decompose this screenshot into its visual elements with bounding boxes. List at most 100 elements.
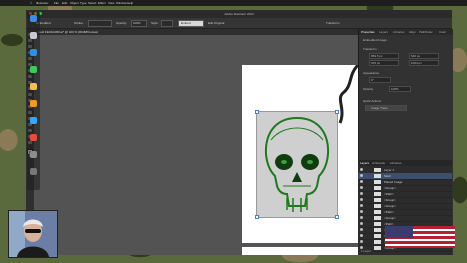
menu-type[interactable]: Type	[80, 1, 87, 5]
eye-icon[interactable]	[360, 186, 363, 189]
eye-icon[interactable]	[360, 204, 363, 207]
embed-button-label: Embed	[181, 21, 191, 25]
eye-icon[interactable]	[360, 222, 363, 225]
h-value: 1064 px	[411, 61, 422, 65]
image-trace-label: Image Trace	[371, 106, 388, 110]
layer-thumbnail	[374, 186, 381, 190]
layer-thumbnail	[374, 192, 381, 196]
stroke-label: Stroke:	[74, 21, 84, 25]
eye-icon[interactable]	[360, 210, 363, 213]
y-value: 540 px	[411, 54, 421, 58]
menu-object[interactable]: Object	[70, 1, 79, 5]
macos-dock	[27, 12, 40, 190]
eye-icon[interactable]	[360, 240, 363, 243]
tab-artboards[interactable]: Artboards	[372, 161, 385, 165]
eye-icon[interactable]	[360, 228, 363, 231]
transform-link[interactable]: Transform	[326, 21, 340, 25]
us-flag-graphic	[385, 226, 455, 248]
eye-icon[interactable]	[360, 216, 363, 219]
eye-icon[interactable]	[360, 192, 363, 195]
angle-value: 0°	[371, 78, 374, 82]
layers-tabs: Layers Artboards Libraries	[358, 160, 452, 166]
appearance-section-title: Appearance	[363, 71, 380, 75]
tab-align[interactable]: Align	[409, 30, 416, 34]
safari-icon[interactable]	[30, 49, 37, 56]
selection-handle-br[interactable]	[335, 215, 339, 219]
eye-icon[interactable]	[360, 180, 363, 183]
menu-window[interactable]: Window	[116, 1, 127, 5]
opacity-label: Opacity:	[116, 21, 128, 25]
layer-thumbnail	[374, 246, 381, 250]
layer-name: <Path>	[384, 192, 394, 196]
selection-handle-tl[interactable]	[255, 110, 259, 114]
launchpad-icon[interactable]	[30, 32, 37, 39]
skull-artwork	[264, 116, 330, 212]
finder-icon[interactable]	[30, 15, 37, 22]
chrome-icon[interactable]	[30, 134, 37, 141]
illustrator-window: Adobe Illustrator 2023 Embedded Stroke: …	[26, 10, 453, 255]
tab-layers[interactable]: Layers	[360, 161, 369, 165]
placed-skull-image[interactable]	[256, 111, 338, 218]
edit-original-button[interactable]: Edit Original	[208, 21, 224, 25]
macos-menubar:  Illustrator File Edit Object Type Sele…	[0, 0, 467, 6]
menu-effect[interactable]: Effect	[98, 1, 106, 5]
eye-icon[interactable]	[360, 234, 363, 237]
layer-thumbnail	[374, 168, 381, 172]
canvas-area[interactable]	[34, 35, 358, 255]
layer-thumbnail	[374, 174, 381, 178]
tab-color[interactable]: Color	[439, 30, 446, 34]
menu-select[interactable]: Select	[88, 1, 96, 5]
style-label: Style:	[151, 21, 159, 25]
layer-thumbnail	[374, 210, 381, 214]
tab-libraries[interactable]: Libraries	[393, 30, 405, 34]
layer-thumbnail	[374, 240, 381, 244]
layers-footer: 1 Layer	[361, 249, 372, 253]
tab-layer-libraries[interactable]: Libraries	[390, 161, 402, 165]
tab-layers-top[interactable]: Layers	[379, 30, 388, 34]
menu-app[interactable]: Illustrator	[36, 1, 48, 5]
tab-properties[interactable]: Properties	[361, 30, 375, 34]
layer-name: Placed Image	[384, 180, 403, 184]
illustrator-icon[interactable]	[30, 100, 37, 107]
layer-thumbnail	[374, 216, 381, 220]
document-tab[interactable]: skull 1920x1080.ai* @ 100 % (RGB/Preview…	[38, 30, 98, 34]
photoshop-icon[interactable]	[30, 117, 37, 124]
layer-name: Layer 1	[384, 168, 395, 172]
artboard-2[interactable]	[242, 247, 358, 255]
decorative-vine-artwork	[338, 65, 358, 124]
menu-edit[interactable]: Edit	[62, 1, 67, 5]
x-value: 959.5 px	[371, 54, 383, 58]
transform-section-title: Transform	[363, 47, 377, 51]
layer-name: <Group>	[384, 186, 396, 190]
settings-icon[interactable]	[30, 151, 37, 158]
window-titlebar: Adobe Illustrator 2023	[26, 10, 452, 18]
control-bar: Embedded Stroke: Opacity: 100% Style: Em…	[26, 18, 452, 29]
tab-pathfinder[interactable]: Pathfinder	[419, 30, 433, 34]
eye-icon[interactable]	[360, 168, 363, 171]
properties-tabs: Properties Layers Libraries Align Pathfi…	[359, 29, 453, 35]
artboard[interactable]	[242, 65, 358, 243]
flag-icon	[385, 226, 455, 248]
opacity-prop-label: Opacity	[363, 87, 374, 91]
webcam-overlay	[8, 210, 58, 258]
eye-icon[interactable]	[360, 174, 363, 177]
stroke-weight-field[interactable]	[88, 20, 112, 27]
layer-name: <Group>	[384, 216, 396, 220]
apple-menu-icon[interactable]: 	[30, 1, 32, 5]
selection-handle-bl[interactable]	[255, 215, 259, 219]
menu-help[interactable]: Help	[127, 1, 133, 5]
streamer-avatar	[9, 211, 57, 257]
window-title: Adobe Illustrator 2023	[224, 12, 254, 16]
menu-file[interactable]: File	[54, 1, 59, 5]
trash-icon[interactable]	[30, 168, 37, 175]
opacity-value: 100%	[133, 21, 141, 25]
menu-view[interactable]: View	[108, 1, 114, 5]
w-value: 976 px	[371, 61, 381, 65]
eye-icon[interactable]	[360, 198, 363, 201]
messages-icon[interactable]	[30, 66, 37, 73]
style-dropdown[interactable]	[161, 20, 173, 27]
quick-actions-title: Quick Actions	[363, 99, 382, 103]
layer-thumbnail	[374, 228, 381, 232]
object-section-title: Embedded Image	[363, 38, 387, 42]
photos-icon[interactable]	[30, 83, 37, 90]
